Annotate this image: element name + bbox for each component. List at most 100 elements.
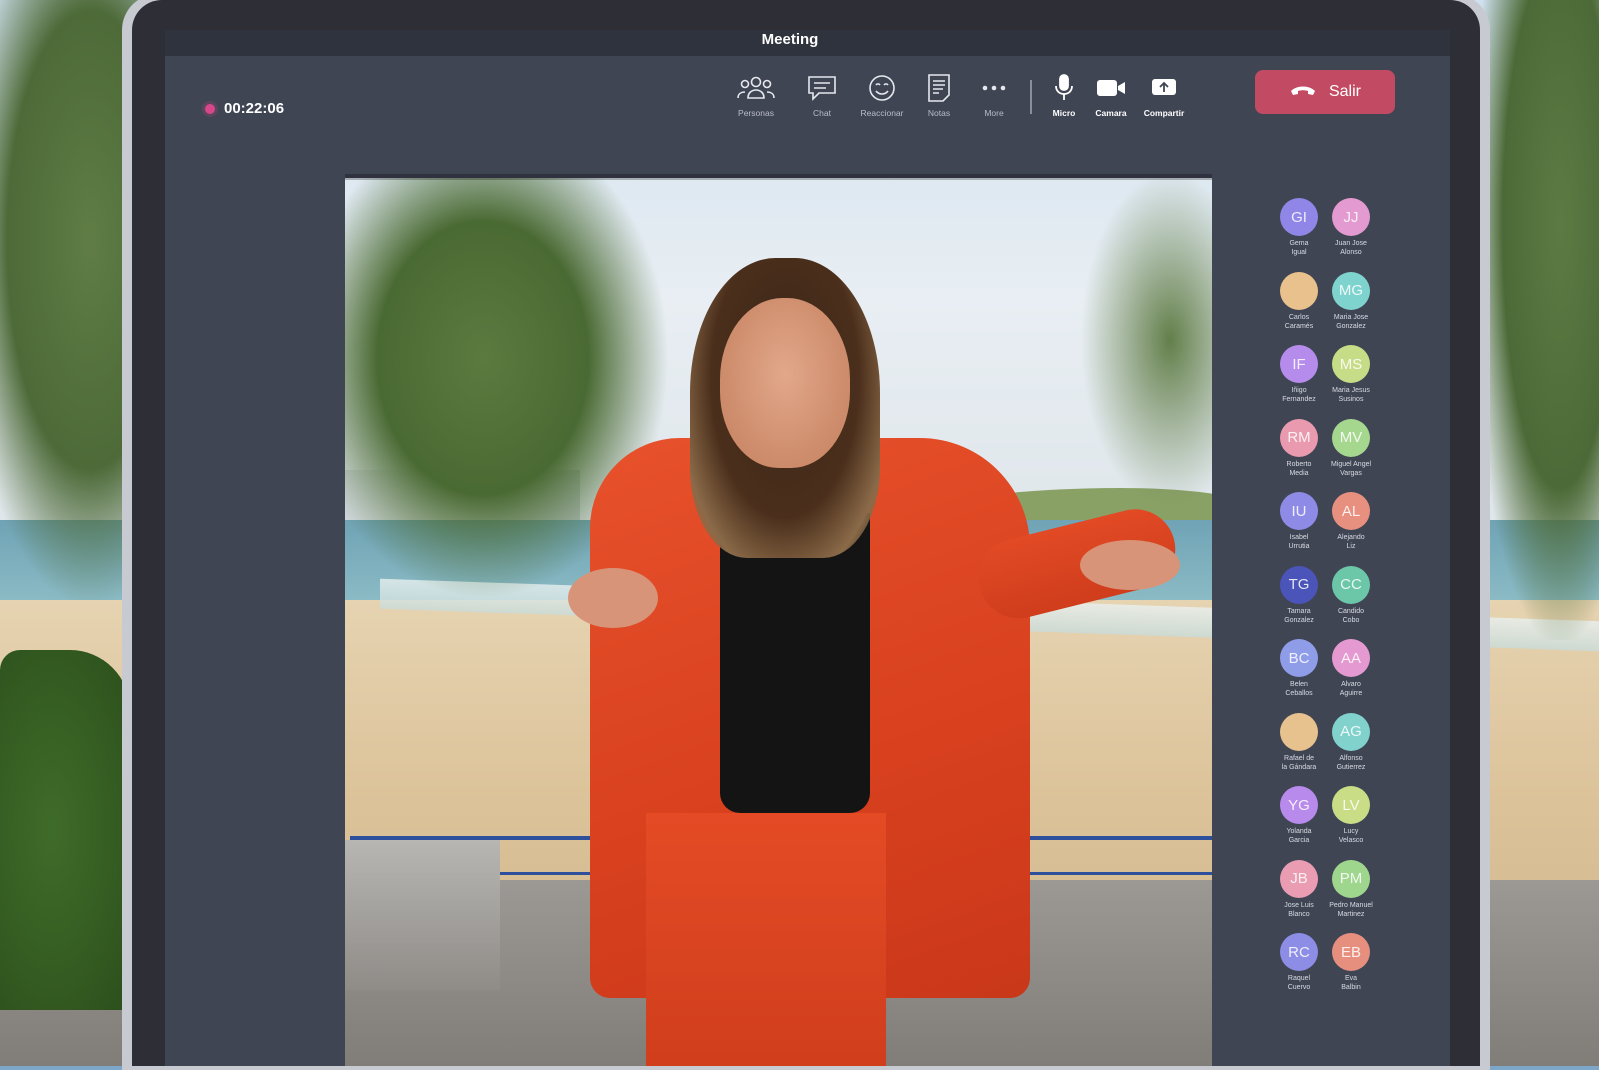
participant-name: Maria Jose Gonzalez bbox=[1322, 313, 1380, 331]
participant-avatar bbox=[1280, 712, 1318, 751]
participant-item[interactable]: CC Candido Cobo bbox=[1322, 565, 1380, 625]
more-icon bbox=[974, 72, 1014, 104]
participant-avatar: BC bbox=[1280, 639, 1318, 677]
participant-avatar: RC bbox=[1280, 933, 1318, 971]
microphone-icon bbox=[1044, 72, 1084, 104]
red-pants bbox=[646, 813, 886, 1066]
participant-item[interactable]: MS Maria Jesus Susinos bbox=[1322, 345, 1380, 404]
participant-name-line1: Lucy bbox=[1343, 828, 1359, 835]
participant-name: Eva Balbin bbox=[1322, 974, 1380, 992]
toolbar-label: Camara bbox=[1095, 108, 1127, 118]
camera-icon bbox=[1091, 72, 1131, 104]
participant-name-line1: Maria Jose bbox=[1333, 313, 1369, 321]
participant-avatar: MV bbox=[1332, 418, 1370, 457]
smiley-icon bbox=[862, 72, 902, 104]
participant-name-line2: Urrutia bbox=[1288, 543, 1310, 550]
participant-avatar: CC bbox=[1332, 565, 1370, 604]
participant-name-line2: Balbin bbox=[1341, 984, 1361, 991]
participant-item[interactable]: Rafael de la Gándara bbox=[1270, 712, 1328, 772]
participant-avatar: IF bbox=[1280, 345, 1318, 383]
participant-name-line1: Candido bbox=[1337, 607, 1365, 615]
participant-avatar bbox=[1280, 271, 1318, 310]
participant-item[interactable]: JB Jose Luis Blanco bbox=[1270, 859, 1328, 919]
participant-name-line2: Vargas bbox=[1340, 469, 1362, 477]
participant-name: Maria Jesus Susinos bbox=[1322, 386, 1380, 404]
recording-dot-icon bbox=[205, 103, 215, 114]
right-hand bbox=[1080, 540, 1180, 590]
participant-avatar: AA bbox=[1332, 639, 1370, 677]
toolbar-label: Chat bbox=[813, 108, 831, 118]
participant-item[interactable]: AG Alfonso Gutierrez bbox=[1322, 712, 1380, 772]
participant-name-line2: Alonso bbox=[1340, 249, 1362, 256]
participant-name: Raquel Cuervo bbox=[1270, 974, 1328, 992]
participant-avatar: RM bbox=[1280, 418, 1318, 457]
participant-avatar: IU bbox=[1280, 492, 1318, 530]
participant-name-line1: Gema bbox=[1289, 240, 1309, 247]
participant-name-line2: Gonzalez bbox=[1336, 322, 1366, 330]
participant-item[interactable]: Carlos Caramés bbox=[1270, 271, 1328, 331]
participant-name-line2: Ceballos bbox=[1285, 690, 1313, 697]
participant-name-line2: Fernandez bbox=[1282, 396, 1316, 403]
participant-name-line1: Maria Jesus bbox=[1332, 387, 1370, 394]
participant-name-line2: Aguirre bbox=[1339, 690, 1363, 697]
toolbar-button-personas[interactable]: Personas bbox=[724, 72, 788, 122]
toolbar-label: Reaccionar bbox=[860, 108, 904, 118]
participant-item[interactable]: IU Isabel Urrutia bbox=[1270, 492, 1328, 551]
hang-up-icon bbox=[1289, 83, 1317, 102]
participant-name-line1: Alfonso bbox=[1339, 754, 1363, 762]
participant-name: Juan Jose Alonso bbox=[1322, 239, 1380, 257]
hedge bbox=[0, 650, 130, 1010]
participant-item[interactable]: IF Iñigo Fernandez bbox=[1270, 345, 1328, 404]
toolbar-button-chat[interactable]: Chat bbox=[790, 72, 854, 122]
participant-item[interactable]: GI Gema Igual bbox=[1270, 198, 1328, 257]
toolbar-button-more[interactable]: More bbox=[962, 72, 1026, 122]
participant-item[interactable]: MV Miguel Angel Vargas bbox=[1322, 418, 1380, 478]
participant-name-line1: Rafael de bbox=[1284, 754, 1314, 762]
participant-name: Belen Ceballos bbox=[1270, 680, 1328, 698]
participant-name-line1: Raquel bbox=[1287, 975, 1311, 982]
participant-name-line1: Tamara bbox=[1287, 607, 1311, 615]
participant-item[interactable]: MG Maria Jose Gonzalez bbox=[1322, 271, 1380, 331]
participant-name-line1: Alejando bbox=[1337, 534, 1365, 541]
participant-item[interactable]: EB Eva Balbin bbox=[1322, 933, 1380, 992]
toolbar-button-compartir[interactable]: Compartir bbox=[1132, 72, 1196, 122]
participant-name: Rafael de la Gándara bbox=[1270, 754, 1328, 772]
screen-left-panel bbox=[165, 178, 345, 1066]
participant-name-line2: Media bbox=[1289, 469, 1309, 477]
participant-item[interactable]: LV Lucy Velasco bbox=[1322, 786, 1380, 845]
participant-item[interactable]: AA Alvaro Aguirre bbox=[1322, 639, 1380, 698]
participant-name: Carlos Caramés bbox=[1270, 313, 1328, 331]
participant-name-line2: Igual bbox=[1291, 249, 1307, 256]
participant-name-line1: Jose Luis bbox=[1284, 901, 1314, 909]
leave-button[interactable]: Salir bbox=[1255, 70, 1395, 114]
participant-avatar: JB bbox=[1280, 859, 1318, 898]
participant-name: Iñigo Fernandez bbox=[1270, 386, 1328, 404]
participant-name-line1: Iñigo bbox=[1291, 387, 1307, 394]
participant-item[interactable]: TG Tamara Gonzalez bbox=[1270, 565, 1328, 625]
participant-avatar: YG bbox=[1280, 786, 1318, 824]
participant-name-line2: la Gándara bbox=[1281, 763, 1317, 771]
participant-item[interactable]: AL Alejando Liz bbox=[1322, 492, 1380, 551]
notes-icon bbox=[919, 72, 959, 104]
participant-name-line2: Garcia bbox=[1288, 837, 1310, 844]
participant-avatar: AG bbox=[1332, 712, 1370, 751]
recording-indicator: 00:22:06 bbox=[205, 100, 284, 117]
participant-name: Roberto Media bbox=[1270, 460, 1328, 478]
participant-item[interactable]: JJ Juan Jose Alonso bbox=[1322, 198, 1380, 257]
window-title: Meeting bbox=[761, 31, 819, 48]
participant-name-line2: Blanco bbox=[1288, 910, 1310, 918]
participant-item[interactable]: PM Pedro Manuel Martinez bbox=[1322, 859, 1380, 919]
participant-name: Miguel Angel Vargas bbox=[1322, 460, 1380, 478]
participant-name: Lucy Velasco bbox=[1322, 827, 1380, 845]
participant-item[interactable]: YG Yolanda Garcia bbox=[1270, 786, 1328, 845]
participant-name: Yolanda Garcia bbox=[1270, 827, 1328, 845]
participant-name-line2: Cobo bbox=[1342, 616, 1360, 624]
participant-name: Alvaro Aguirre bbox=[1322, 680, 1380, 698]
toolbar-label: More bbox=[984, 108, 1004, 118]
participant-item[interactable]: BC Belen Ceballos bbox=[1270, 639, 1328, 698]
participant-name-line1: Carlos bbox=[1288, 313, 1310, 321]
participant-name-line2: Cuervo bbox=[1287, 984, 1311, 991]
toolbar-button-reaccionar[interactable]: Reaccionar bbox=[850, 72, 914, 122]
participant-item[interactable]: RM Roberto Media bbox=[1270, 418, 1328, 478]
participant-item[interactable]: RC Raquel Cuervo bbox=[1270, 933, 1328, 992]
